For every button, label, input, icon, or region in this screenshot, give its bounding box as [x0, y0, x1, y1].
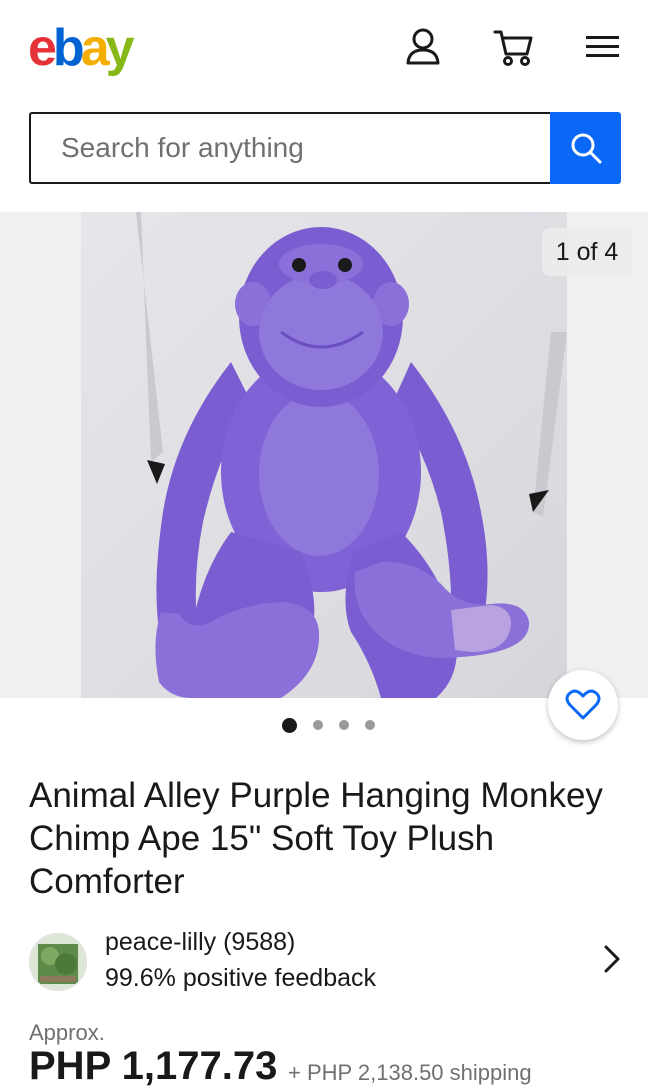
search-input[interactable] [29, 112, 550, 184]
seller-feedback: 99.6% positive feedback [105, 964, 377, 992]
product-photo[interactable] [81, 212, 567, 698]
logo-letter-a: a [80, 19, 110, 77]
seller-card[interactable]: peace-lilly (9588) 99.6% positive feedba… [29, 928, 621, 994]
price-amount: PHP 1,177.73 [29, 1044, 278, 1088]
watch-button[interactable] [548, 670, 618, 740]
logo-letter-e: e [28, 19, 57, 77]
account-icon[interactable] [403, 26, 443, 66]
approx-label: Approx. [29, 1020, 105, 1045]
shipping-cost: + PHP 2,138.50 shipping [288, 1060, 532, 1085]
seller-avatar [29, 933, 87, 991]
pagination-dot[interactable] [313, 720, 323, 730]
header: ebay [0, 0, 648, 95]
ebay-logo[interactable]: ebay [28, 18, 135, 78]
heart-icon [565, 689, 601, 720]
gallery-pagination [282, 717, 383, 733]
logo-letter-y: y [105, 19, 135, 77]
image-gallery[interactable] [0, 212, 648, 698]
logo-letter-b: b [52, 19, 85, 77]
listing-title: Animal Alley Purple Hanging Monkey Chimp… [29, 776, 603, 901]
image-counter: 1 of 4 [542, 228, 632, 276]
chevron-right-icon[interactable] [603, 944, 621, 974]
search-bar [29, 112, 621, 184]
menu-icon[interactable] [584, 30, 624, 70]
pagination-dot[interactable] [365, 720, 375, 730]
seller-name: peace-lilly (9588) [105, 928, 296, 956]
pagination-dot[interactable] [282, 717, 297, 733]
search-button[interactable] [550, 112, 621, 184]
pagination-dot[interactable] [339, 720, 349, 730]
cart-icon[interactable] [493, 26, 533, 66]
search-icon [571, 133, 601, 164]
